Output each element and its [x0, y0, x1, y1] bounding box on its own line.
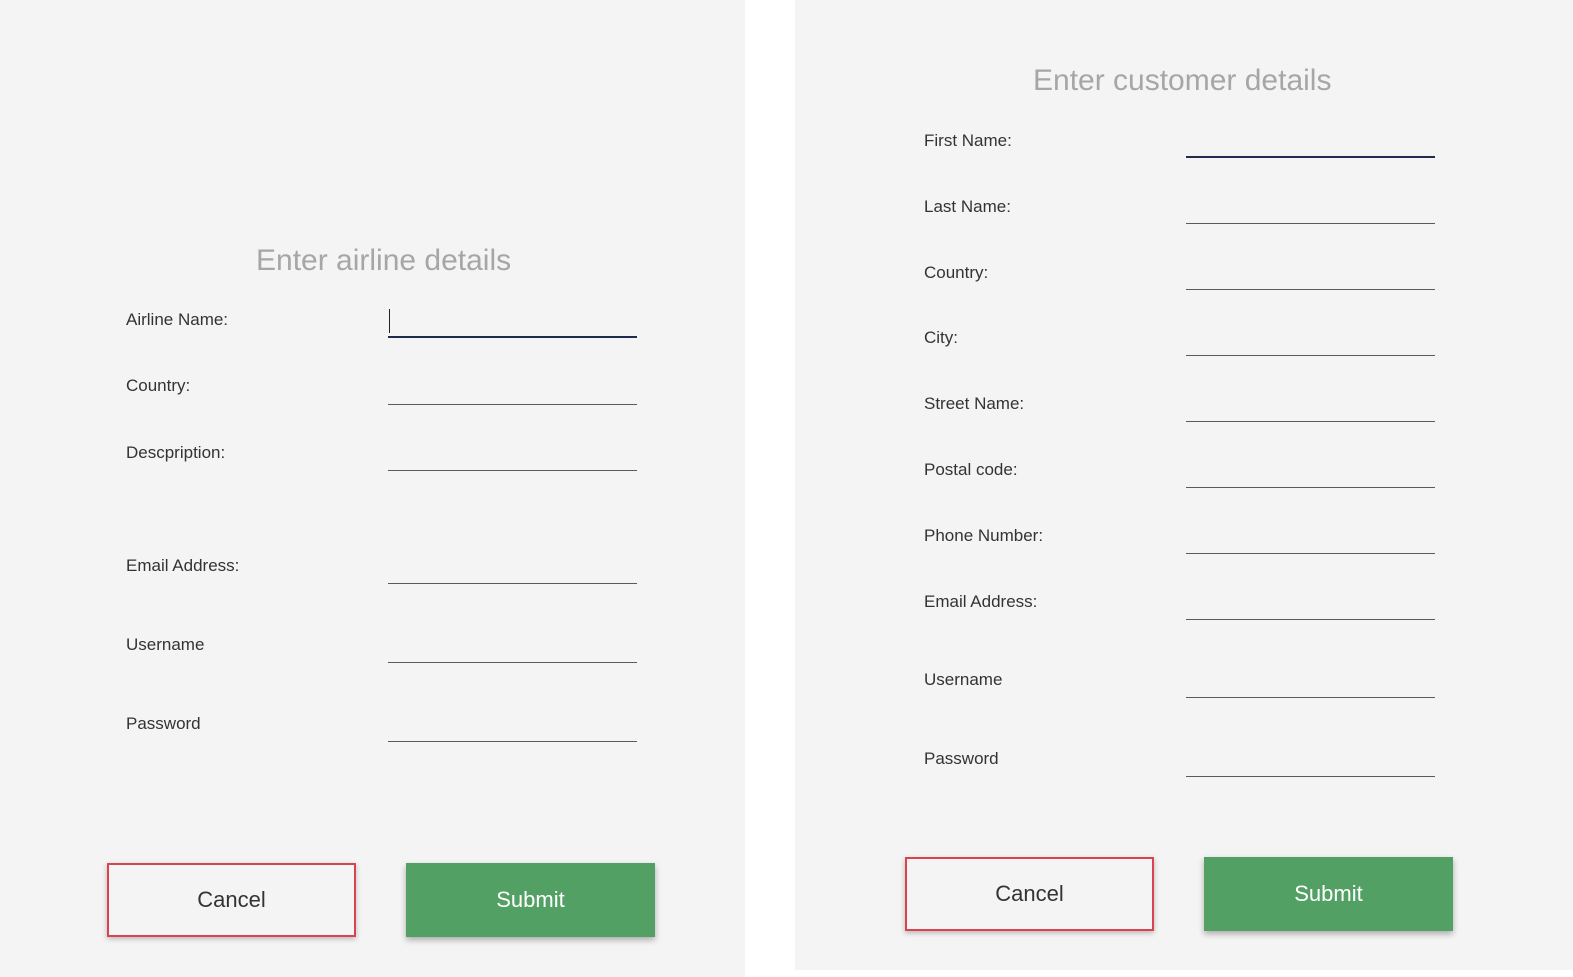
customer-city-input[interactable] [1186, 324, 1435, 356]
customer-country-label: Country: [924, 263, 989, 282]
airline-country-input[interactable] [388, 373, 637, 405]
airline-username-input[interactable] [388, 631, 637, 663]
customer-postal-code-label: Postal code: [924, 460, 1018, 479]
customer-submit-button[interactable]: Submit [1204, 857, 1453, 931]
airline-details-panel: Enter airline details Airline Name: Coun… [0, 0, 745, 977]
customer-first-name-label: First Name: [924, 131, 1012, 150]
customer-email-label: Email Address: [924, 592, 1038, 611]
airline-country-label: Country: [126, 376, 191, 395]
airline-cancel-button[interactable]: Cancel [107, 863, 356, 937]
airline-email-input[interactable] [388, 552, 637, 584]
airline-description-label: Descpription: [126, 443, 226, 462]
customer-postal-code-input[interactable] [1186, 456, 1435, 488]
customer-last-name-label: Last Name: [924, 197, 1011, 216]
airline-username-label: Username [126, 635, 205, 654]
customer-country-input[interactable] [1186, 258, 1435, 290]
text-caret [389, 309, 390, 333]
customer-phone-number-label: Phone Number: [924, 526, 1044, 545]
customer-password-input[interactable] [1186, 745, 1435, 777]
customer-email-input[interactable] [1186, 588, 1435, 620]
airline-description-input[interactable] [388, 439, 637, 471]
customer-last-name-input[interactable] [1186, 192, 1435, 224]
airline-name-input[interactable] [388, 306, 637, 338]
customer-cancel-button[interactable]: Cancel [905, 857, 1154, 931]
customer-password-label: Password [924, 749, 999, 768]
customer-city-label: City: [924, 328, 958, 347]
customer-phone-number-input[interactable] [1186, 522, 1435, 554]
customer-username-input[interactable] [1186, 666, 1435, 698]
airline-submit-button[interactable]: Submit [406, 863, 655, 937]
airline-password-label: Password [126, 714, 201, 733]
customer-form-title: Enter customer details [1033, 64, 1332, 97]
airline-form-title: Enter airline details [256, 244, 512, 277]
customer-username-label: Username [924, 670, 1003, 689]
customer-first-name-input[interactable] [1186, 126, 1435, 158]
airline-password-input[interactable] [388, 710, 637, 742]
airline-name-label: Airline Name: [126, 310, 229, 329]
customer-details-panel: Enter customer details First Name: Last … [795, 0, 1573, 970]
airline-email-label: Email Address: [126, 556, 240, 575]
customer-street-name-label: Street Name: [924, 394, 1025, 413]
customer-street-name-input[interactable] [1186, 390, 1435, 422]
